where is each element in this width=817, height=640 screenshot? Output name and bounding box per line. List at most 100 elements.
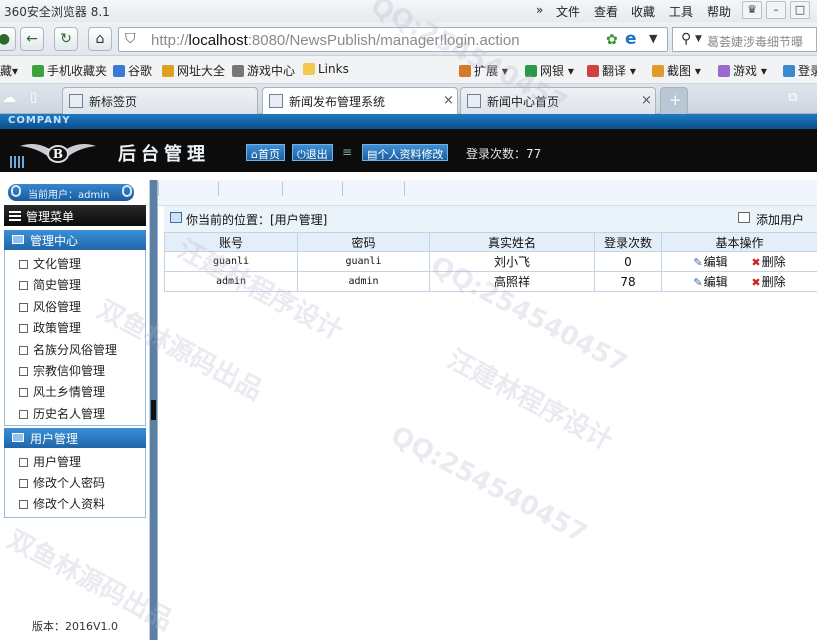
tab-news-publish[interactable]: 新闻发布管理系统 × <box>262 87 458 114</box>
folder-icon <box>303 63 315 75</box>
collapse-arrow-icon[interactable] <box>151 400 156 420</box>
left-sidebar: 当前用户：admin 管理菜单 管理中心 文化管理 简史管理 风俗管理 政策管理… <box>0 180 150 640</box>
maximize-button[interactable]: □ <box>790 1 810 19</box>
fav-games[interactable]: 游戏中心 <box>232 62 295 79</box>
menu-item-celebrities[interactable]: 历史名人管理 <box>19 405 105 422</box>
add-user-button[interactable]: 添加用户 <box>756 211 804 228</box>
tab-divider <box>218 182 219 196</box>
user-table: 账号 密码 真实姓名 登录次数 基本操作 guanli guanli 刘小飞 0… <box>164 232 817 292</box>
menu-item-change-password[interactable]: 修改个人密码 <box>19 474 105 491</box>
location-bar: 你当前的位置：[用户管理] 添加用户 <box>164 206 817 232</box>
edit-button[interactable]: ✎编辑 <box>693 253 727 270</box>
trash-icon[interactable]: ▯ <box>30 90 37 105</box>
window-title: 360安全浏览器 8.1 <box>4 5 110 19</box>
minimize-button[interactable]: – <box>766 1 786 19</box>
cell-actions: ✎编辑 ✖删除 <box>661 271 817 292</box>
address-bar[interactable]: ⛉ http://localhost:8080/NewsPublish/mana… <box>118 27 668 52</box>
tool-games[interactable]: 游戏 ▾ <box>718 62 767 79</box>
menu-item-local[interactable]: 风土乡情管理 <box>19 383 105 400</box>
menu-view[interactable]: 查看 <box>594 3 618 20</box>
new-tab-button[interactable]: + <box>660 87 688 114</box>
table-row: guanli guanli 刘小飞 0 ✎编辑 ✖删除 <box>164 251 817 272</box>
fav-mobile[interactable]: 手机收藏夹 <box>32 62 107 79</box>
gamepad-icon <box>232 65 244 77</box>
home-link[interactable]: ⌂首页 <box>246 144 285 161</box>
menu-item-customs[interactable]: 风俗管理 <box>19 298 81 315</box>
folder-icon <box>12 433 24 442</box>
menu-item-user-management[interactable]: 用户管理 <box>19 453 81 470</box>
compat-mode-icon[interactable]: ✿ <box>606 32 618 48</box>
menu-item-policy[interactable]: 政策管理 <box>19 319 81 336</box>
menu-chevron-icon[interactable]: » <box>536 3 543 17</box>
game-icon <box>718 65 730 77</box>
fav-links[interactable]: Links <box>303 62 349 76</box>
delete-x-icon: ✖ <box>751 256 761 269</box>
back-button[interactable]: ← <box>20 27 44 51</box>
menu-tools[interactable]: 工具 <box>669 3 693 20</box>
item-icon <box>19 303 28 312</box>
table-row: admin admin 高照祥 78 ✎编辑 ✖删除 <box>164 271 817 292</box>
sites-icon <box>162 65 174 77</box>
column-actions: 基本操作 <box>661 232 817 252</box>
add-user-icon[interactable] <box>738 212 750 223</box>
phone-icon <box>32 65 44 77</box>
edit-button[interactable]: ✎编辑 <box>693 273 727 290</box>
tab-menu-icon[interactable]: ⧉ <box>788 90 797 105</box>
search-placeholder: 葛荟婕涉毒细节曝 <box>707 35 804 49</box>
sidebar-splitter[interactable] <box>150 180 157 640</box>
dropdown-icon[interactable]: ▼ <box>649 32 657 45</box>
menu-favorites[interactable]: 收藏 <box>631 3 655 20</box>
tab-news-center[interactable]: 新闻中心首页 × <box>460 87 656 114</box>
search-box[interactable]: ⚲ ▼ 葛荟婕涉毒细节曝 <box>672 27 817 52</box>
tool-ebank[interactable]: 网银 ▾ <box>525 62 574 79</box>
main-content: 你当前的位置：[用户管理] 添加用户 账号 密码 真实姓名 登录次数 基本操作 … <box>157 180 817 640</box>
address-url: http://localhost:8080/NewsPublish/manage… <box>151 32 520 49</box>
refresh-button[interactable]: ↻ <box>54 27 78 51</box>
menu-item-religion[interactable]: 宗教信仰管理 <box>19 362 105 379</box>
favorites-bar: 藏▾ 手机收藏夹 谷歌 网址大全 游戏中心 Links 扩展 ▾ 网银 ▾ 翻译… <box>0 56 817 84</box>
app-header: COMPANY B 后台管理 ⌂首页 ⏻退出 ≡ ▤个人资料修改 登录次数：77 <box>0 114 817 172</box>
logout-link[interactable]: ⏻退出 <box>292 144 333 161</box>
ie-engine-icon[interactable]: e <box>625 29 637 49</box>
table-header-row: 账号 密码 真实姓名 登录次数 基本操作 <box>164 232 817 252</box>
cell-actions: ✎编辑 ✖删除 <box>661 251 817 272</box>
browser-nav-bar: ● ← ↻ ⌂ ⛉ http://localhost:8080/NewsPubl… <box>0 22 817 56</box>
menu-file[interactable]: 文件 <box>556 3 580 20</box>
group-user-management[interactable]: 用户管理 <box>4 428 146 448</box>
tool-screenshot[interactable]: 截图 ▾ <box>652 62 701 79</box>
tab-strip <box>158 180 817 206</box>
menu-item-culture[interactable]: 文化管理 <box>19 255 81 272</box>
menu-lines-icon: ≡ <box>342 145 353 159</box>
header-top-rule <box>0 114 817 129</box>
search-dropdown-icon[interactable]: ▼ <box>695 34 702 44</box>
login-icon <box>783 65 795 77</box>
cell-login-count: 0 <box>594 251 662 272</box>
item-icon <box>19 500 28 509</box>
skin-icon[interactable]: ♛ <box>742 1 762 19</box>
fav-sites[interactable]: 网址大全 <box>162 62 225 79</box>
menu-item-edit-profile[interactable]: 修改个人资料 <box>19 495 105 512</box>
tool-login[interactable]: 登录 <box>783 62 817 79</box>
fav-google[interactable]: 谷歌 <box>113 62 152 79</box>
delete-button[interactable]: ✖删除 <box>751 253 785 270</box>
home-button[interactable]: ⌂ <box>88 27 112 51</box>
close-icon[interactable]: × <box>641 93 652 108</box>
fav-overflow[interactable]: 藏▾ <box>0 62 18 79</box>
tool-extensions[interactable]: 扩展 ▾ <box>459 62 508 79</box>
tab-new-tab[interactable]: 新标签页 <box>62 87 258 114</box>
column-real-name: 真实姓名 <box>429 232 595 252</box>
tool-translate[interactable]: 翻译 ▾ <box>587 62 636 79</box>
search-icon: ⚲ <box>681 31 692 47</box>
browser-logo-icon[interactable]: ● <box>0 27 16 51</box>
item-icon <box>19 324 28 333</box>
menu-help[interactable]: 帮助 <box>707 3 731 20</box>
close-icon[interactable]: × <box>443 93 454 108</box>
delete-button[interactable]: ✖删除 <box>751 273 785 290</box>
profile-edit-link[interactable]: ▤个人资料修改 <box>362 144 449 161</box>
cell-account: guanli <box>164 251 298 272</box>
cloud-icon[interactable]: ☁ <box>2 90 16 106</box>
pencil-icon: ✎ <box>693 256 703 269</box>
menu-item-history[interactable]: 简史管理 <box>19 276 81 293</box>
menu-item-ethnic-customs[interactable]: 名族分风俗管理 <box>19 341 117 358</box>
group-admin-center[interactable]: 管理中心 <box>4 230 146 250</box>
